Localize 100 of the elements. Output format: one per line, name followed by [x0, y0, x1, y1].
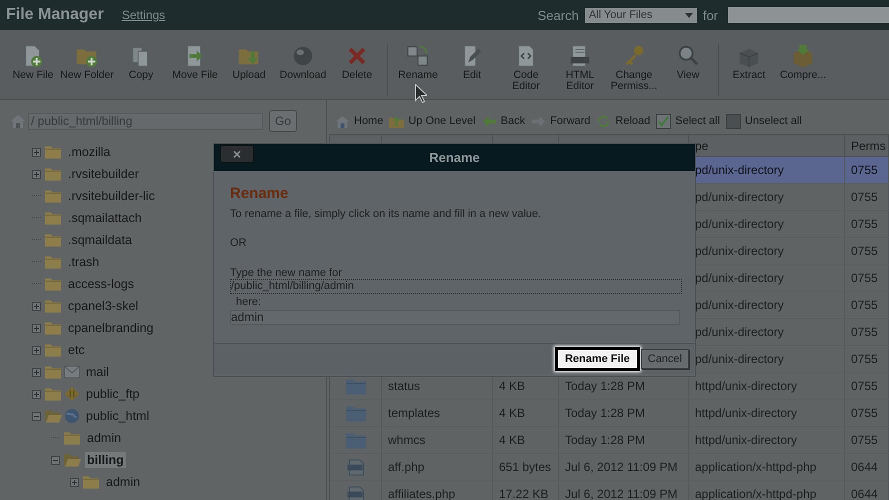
toolbar-button[interactable]: HTML Editor	[553, 44, 607, 91]
nav-button[interactable]: Home	[335, 114, 384, 128]
dialog-title: Rename	[429, 150, 480, 165]
expand-icon[interactable]	[32, 170, 41, 178]
toolbar-button[interactable]: Compre...	[776, 44, 830, 80]
expand-icon[interactable]	[70, 478, 79, 486]
file-perms: 0755	[851, 163, 878, 177]
folder-label[interactable]: .trash	[66, 254, 102, 270]
expand-icon[interactable]	[32, 390, 41, 398]
toolbar-button[interactable]: Copy	[114, 44, 168, 80]
toolbar-button[interactable]: Extract	[722, 44, 776, 80]
envelope-icon	[64, 364, 80, 380]
reload-icon	[596, 114, 612, 128]
toolbar-button[interactable]: Edit	[445, 44, 499, 80]
nav-button[interactable]: Unselect all	[726, 114, 802, 128]
search-label: Search	[538, 8, 579, 22]
folder-label[interactable]: etc	[66, 342, 87, 358]
folder-icon	[45, 211, 62, 225]
dialog-heading: Rename	[230, 185, 290, 202]
file-perms: 0755	[851, 244, 878, 258]
folder-icon	[45, 365, 62, 379]
toolbar-button[interactable]: Code Editor	[499, 44, 553, 91]
folder-label[interactable]: .sqmaildata	[66, 232, 134, 248]
toolbar-button[interactable]: New Folder	[60, 44, 114, 80]
collapse-icon[interactable]	[32, 412, 41, 420]
file-type: application/x-httpd-php	[695, 460, 816, 474]
file-perms: 0755	[851, 217, 878, 231]
file-row[interactable]: aff.php 651 bytes Jul 6, 2012 11:09 PM application/x-httpd-php 0644	[330, 454, 889, 481]
file-row[interactable]: whmcs 4 KB Today 1:28 PM httpd/unix-directory 0755	[330, 427, 889, 454]
folder-icon	[45, 387, 62, 401]
expand-icon[interactable]	[32, 148, 41, 156]
toolbar-button[interactable]: Upload	[222, 44, 276, 80]
folder-icon	[45, 167, 62, 181]
folder-label[interactable]: .sqmailattach	[66, 210, 144, 226]
settings-link[interactable]: Settings	[122, 8, 166, 22]
folder-label[interactable]: billing	[85, 452, 126, 468]
folder-icon	[45, 343, 62, 357]
file-perms: 0755	[851, 406, 878, 420]
dialog-button[interactable]: Cancel	[640, 349, 689, 369]
nav-button[interactable]: Up One Level	[389, 114, 476, 128]
expand-icon[interactable]	[32, 368, 41, 376]
here-label: here:	[236, 296, 262, 308]
folder-label[interactable]: public_html	[84, 408, 152, 424]
expand-icon[interactable]	[32, 346, 41, 354]
folder-label[interactable]: admin	[85, 430, 124, 446]
file-type: pd/unix-directory	[695, 190, 784, 204]
folder-label[interactable]: public_ftp	[84, 386, 142, 402]
home-icon	[10, 113, 26, 129]
nav-button[interactable]: Forward	[531, 114, 590, 128]
or-text: OR	[230, 237, 248, 249]
mouse-pointer-icon	[415, 84, 427, 103]
search-field[interactable]	[728, 7, 889, 23]
folder-label[interactable]: .rvsitebuilder	[66, 166, 141, 182]
toolbar-button[interactable]: Rename	[391, 44, 445, 80]
toolbar-button[interactable]: Change Permiss...	[607, 44, 661, 91]
toolbar-button[interactable]: Delete	[330, 44, 384, 80]
expand-icon[interactable]	[32, 324, 41, 332]
sphere-icon	[291, 44, 315, 68]
file-size: 17.22 KB	[499, 487, 548, 500]
current-path: /public_html/billing/admin	[230, 279, 682, 294]
file-type: pd/unix-directory	[695, 271, 784, 285]
file-type: httpd/unix-directory	[695, 406, 798, 420]
toolbar-button[interactable]: View	[661, 44, 715, 80]
nav-button[interactable]: Select all	[656, 114, 720, 128]
dialog-button[interactable]: Rename File	[554, 347, 640, 371]
file-date: Today 1:28 PM	[565, 433, 646, 447]
file-size: 4 KB	[499, 433, 526, 447]
globe-icon	[64, 408, 80, 424]
file-row[interactable]: templates 4 KB Today 1:28 PM httpd/unix-directory 0755	[330, 400, 889, 427]
toolbar-button[interactable]: Move File	[168, 44, 222, 80]
folder-label[interactable]: .mozilla	[66, 144, 112, 160]
file-name: templates	[388, 406, 440, 420]
collapse-icon[interactable]	[51, 456, 60, 464]
close-button[interactable]: ×	[220, 145, 254, 163]
nav-button[interactable]: Back	[482, 114, 526, 128]
rename-icon	[406, 44, 430, 68]
file-perms: 0755	[851, 271, 878, 285]
file-size: 4 KB	[499, 406, 526, 420]
file-type: pd/unix-directory	[695, 244, 784, 258]
folder-icon	[346, 378, 366, 394]
folder-label[interactable]: cpanelbranding	[66, 320, 156, 336]
magnifier-icon	[676, 44, 700, 68]
instructions-text: To rename a file, simply click on its name and fill in a new value.	[230, 208, 542, 220]
folder-label[interactable]: cpanel3-skel	[66, 298, 140, 314]
nav-button[interactable]: Reload	[596, 114, 650, 128]
expand-icon[interactable]	[32, 302, 41, 310]
folder-label[interactable]: .rvsitebuilder-lic	[66, 188, 157, 204]
new-name-field[interactable]: admin	[230, 310, 680, 324]
file-type: pd/unix-directory	[695, 217, 784, 231]
folder-icon	[83, 475, 100, 489]
file-perms: 0755	[851, 298, 878, 312]
folder-label[interactable]: mail	[84, 364, 111, 380]
html-file-icon	[568, 44, 592, 68]
search-scope-dropdown[interactable]: All Your Files	[584, 8, 697, 22]
folder-label[interactable]: access-logs	[66, 276, 136, 292]
folder-label[interactable]: admin	[104, 474, 142, 490]
toolbar-button[interactable]: Download	[276, 44, 330, 80]
file-type: pd/unix-directory	[695, 325, 784, 339]
toolbar-button[interactable]: New File	[6, 44, 60, 80]
file-perms: 0644	[851, 487, 878, 500]
